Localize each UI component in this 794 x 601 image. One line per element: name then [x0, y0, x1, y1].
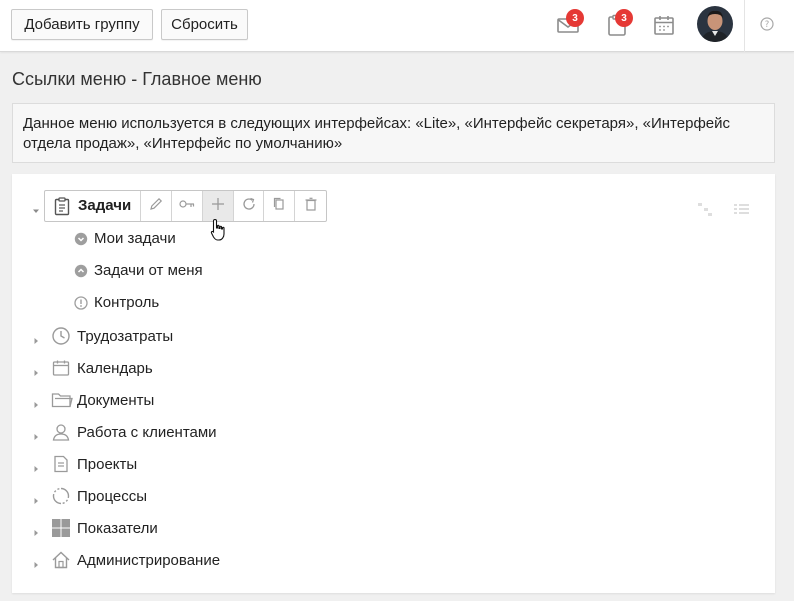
tree-item-calendar[interactable]: Календарь — [77, 360, 153, 377]
messages-badge: 3 — [566, 9, 584, 27]
expand-arrow-icon[interactable] — [32, 332, 40, 344]
top-bar: Добавить группу Сбросить 3 3 ? — [0, 0, 794, 52]
delete-button[interactable] — [295, 191, 326, 221]
expand-arrow-icon[interactable] — [32, 492, 40, 504]
pencil-icon — [148, 196, 164, 217]
expand-arrow-icon[interactable] — [32, 364, 40, 376]
structure-icon[interactable] — [697, 201, 713, 222]
copy-button[interactable] — [264, 191, 296, 221]
tree-subitem-my-tasks[interactable]: Мои задачи — [94, 230, 176, 247]
add-child-button[interactable] — [202, 191, 234, 221]
clipboard-icon — [52, 196, 72, 221]
info-line-2: отдела продаж», «Интерфейс по умолчанию» — [23, 135, 343, 152]
help-icon[interactable]: ? — [760, 17, 774, 31]
add-group-button[interactable]: Добавить группу — [11, 9, 153, 40]
tree-subitem-control[interactable]: Контроль — [94, 294, 159, 311]
tree-item-clients[interactable]: Работа с клиентами — [77, 424, 217, 441]
dashboard-grid-icon — [51, 518, 71, 538]
expand-arrow-icon[interactable] — [32, 428, 40, 440]
expand-arrow-icon[interactable] — [32, 396, 40, 408]
tree-item-administration[interactable]: Администрирование — [77, 552, 220, 569]
tree-item-tasks-label: Задачи — [78, 197, 132, 214]
user-icon — [51, 422, 71, 442]
arrow-up-circle-icon — [74, 264, 88, 278]
avatar[interactable] — [697, 6, 733, 42]
check-circle-icon — [74, 232, 88, 246]
tasks-badge: 3 — [615, 9, 633, 27]
expand-arrow-icon[interactable] — [32, 524, 40, 536]
expand-arrow-icon[interactable] — [32, 556, 40, 568]
home-icon — [51, 550, 71, 570]
selected-item-toolbar: Задачи — [44, 190, 327, 222]
tree-item-projects[interactable]: Проекты — [77, 456, 137, 473]
tree-item-processes[interactable]: Процессы — [77, 488, 147, 505]
refresh-icon — [241, 196, 257, 217]
calendar-icon — [51, 358, 71, 378]
reset-button[interactable]: Сбросить — [161, 9, 248, 40]
header-divider — [744, 0, 745, 52]
access-rights-button[interactable] — [172, 191, 203, 221]
page-title: Ссылки меню - Главное меню — [12, 69, 262, 89]
process-cycle-icon — [51, 486, 71, 506]
plus-icon — [210, 196, 226, 217]
hand-cursor-icon — [210, 218, 228, 247]
trash-icon — [303, 196, 319, 217]
list-icon[interactable] — [733, 201, 751, 222]
collapse-arrow-icon[interactable] — [32, 202, 40, 213]
tree-item-tasks[interactable]: Задачи — [45, 191, 142, 221]
clock-icon — [51, 326, 71, 346]
refresh-button[interactable] — [234, 191, 265, 221]
edit-button[interactable] — [141, 191, 173, 221]
document-icon — [51, 454, 71, 474]
tree-item-labor-costs[interactable]: Трудозатраты — [77, 328, 173, 345]
tree-item-documents[interactable]: Документы — [77, 392, 154, 409]
info-line-1: Данное меню используется в следующих инт… — [23, 115, 731, 132]
info-box: Данное меню используется в следующих инт… — [12, 103, 775, 163]
expand-arrow-icon[interactable] — [32, 460, 40, 472]
exclamation-circle-icon — [74, 296, 88, 310]
svg-text:?: ? — [765, 20, 770, 30]
tree-subitem-tasks-from-me[interactable]: Задачи от меня — [94, 262, 203, 279]
calendar-icon[interactable] — [652, 13, 676, 37]
key-icon — [178, 196, 196, 217]
copy-icon — [271, 196, 287, 217]
folder-icon — [51, 390, 73, 410]
tree-item-indicators[interactable]: Показатели — [77, 520, 158, 537]
